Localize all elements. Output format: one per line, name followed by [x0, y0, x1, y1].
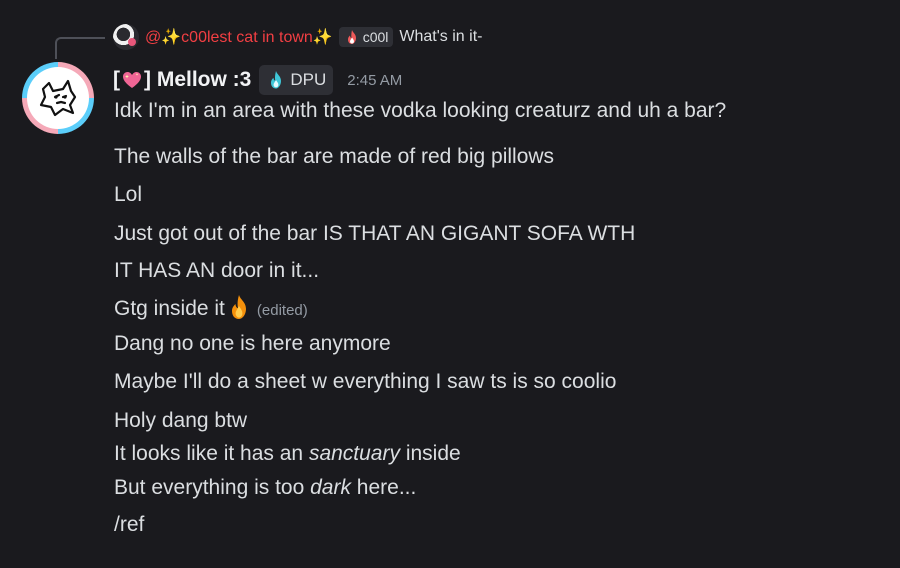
message-line: Dang no one is here anymore: [114, 332, 391, 355]
author-name-suffix: ] Mellow :3: [144, 68, 252, 91]
reply-connector: [55, 37, 105, 59]
blue-fire-icon: [271, 71, 282, 89]
reply-preview[interactable]: @✨c00lest cat in town✨ c00l What's in it…: [113, 24, 482, 50]
message-line: /ref: [114, 513, 145, 536]
role-badge-label: DPU: [290, 70, 327, 89]
fire-icon: [347, 30, 356, 44]
fire-emoji-icon: [231, 295, 246, 319]
message-line: Holy dang btw: [114, 409, 248, 432]
message-timestamp[interactable]: 2:45 AM: [347, 72, 402, 89]
message-line: It looks like it has an sanctuary inside: [114, 442, 461, 465]
author-name-prefix: [: [113, 68, 120, 91]
sparkling-heart-icon: [123, 72, 141, 88]
reply-avatar[interactable]: [113, 24, 139, 50]
author-avatar[interactable]: [22, 62, 94, 134]
italic-text: sanctuary: [308, 442, 400, 465]
message-line: The walls of the bar are made of red big…: [114, 145, 555, 168]
message-line: IT HAS AN door in it...: [114, 259, 320, 282]
cat-doodle-icon: [39, 79, 77, 117]
message-header: [ ] Mellow :3 DPU 2:45 AM: [113, 64, 402, 96]
message-line: Idk I'm in an area with these vodka look…: [114, 99, 727, 122]
role-badge[interactable]: DPU: [259, 65, 334, 95]
message-line: Just got out of the bar IS THAT AN GIGAN…: [114, 222, 636, 245]
reply-server-tag[interactable]: c00l: [338, 27, 394, 47]
message-line: Lol: [114, 183, 143, 206]
reply-text[interactable]: What's in it-: [399, 28, 482, 46]
reply-tag-label: c00l: [362, 29, 389, 45]
italic-text: dark: [310, 476, 351, 499]
edited-indicator: (edited): [256, 302, 308, 319]
chat-view: @✨c00lest cat in town✨ c00l What's in it…: [0, 0, 900, 568]
message-line: But everything is too dark here...: [114, 476, 417, 499]
reply-mention[interactable]: @✨c00lest cat in town✨: [145, 27, 333, 47]
author-name[interactable]: [ ] Mellow :3: [113, 68, 251, 92]
message-line: Gtg inside it (edited): [114, 293, 308, 324]
message-line: Maybe I'll do a sheet w everything I saw…: [114, 370, 617, 393]
